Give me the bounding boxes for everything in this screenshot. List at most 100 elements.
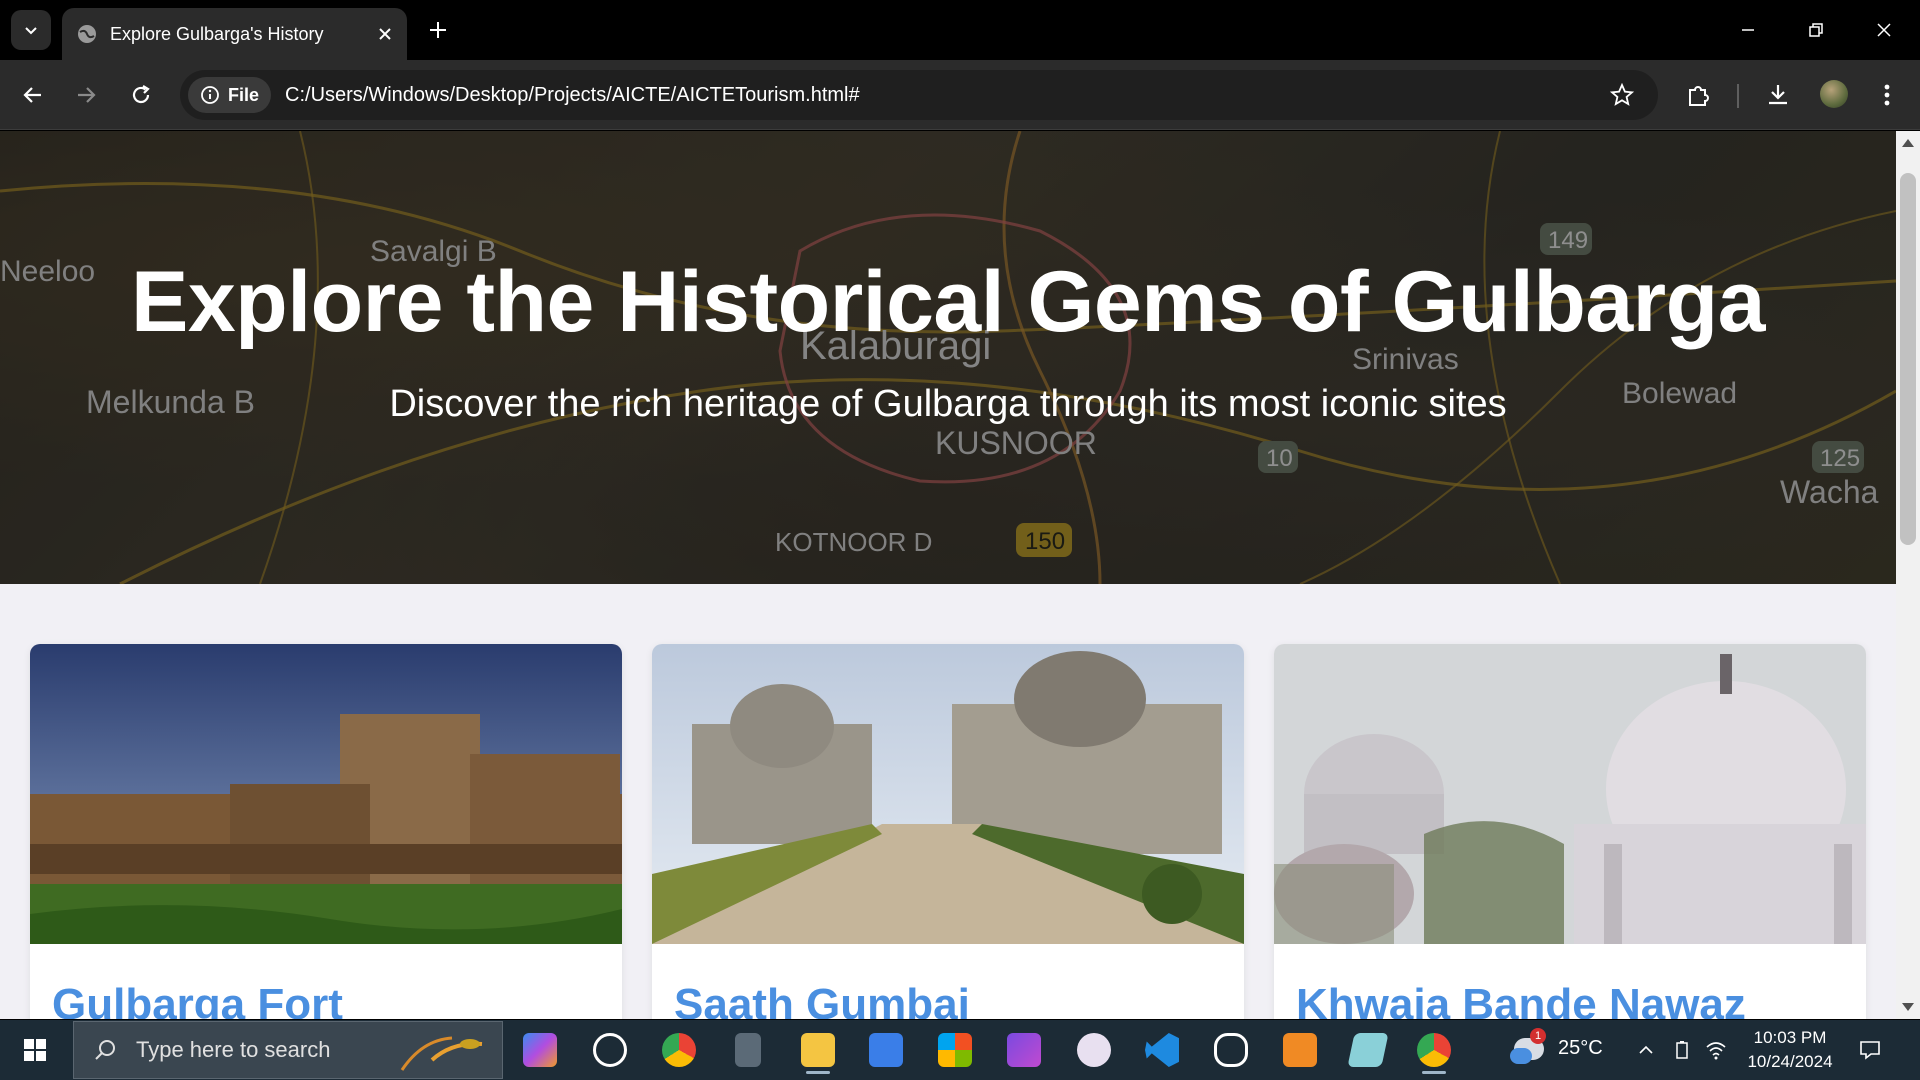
calendar-icon: [869, 1033, 903, 1067]
tab-search-button[interactable]: [11, 10, 51, 50]
notepad-icon: [1347, 1033, 1389, 1067]
fort-photo: [30, 644, 622, 944]
url-text[interactable]: C:/Users/Windows/Desktop/Projects/AICTE/…: [285, 84, 1600, 107]
more-vertical-icon: [1884, 84, 1890, 106]
whatsapp-app[interactable]: [582, 1026, 638, 1074]
chevron-down-icon: [25, 27, 37, 35]
bookmark-button[interactable]: [1600, 73, 1644, 117]
chatgpt-icon: [1214, 1033, 1248, 1067]
browser-titlebar: Explore Gulbarga's History: [0, 0, 1920, 60]
paint-app[interactable]: [1066, 1026, 1122, 1074]
toolbar-divider: [1737, 84, 1739, 108]
microsoft-store-app[interactable]: [927, 1026, 983, 1074]
copilot-app[interactable]: [512, 1026, 568, 1074]
puzzle-icon: [1689, 86, 1709, 106]
scroll-down-arrow[interactable]: [1902, 1003, 1914, 1011]
battery-icon: [1676, 1041, 1688, 1059]
card-title[interactable]: Gulbarga Fort: [52, 980, 343, 1019]
vscode-app[interactable]: [1134, 1026, 1190, 1074]
menu-button[interactable]: [1867, 75, 1907, 115]
extensions-button[interactable]: [1679, 75, 1719, 115]
wifi-icon: [1706, 1042, 1726, 1060]
plus-icon: [430, 22, 446, 38]
site-card-saath-gumbaj[interactable]: Saath Gumbaj: [652, 644, 1244, 1019]
browser-tab-active[interactable]: Explore Gulbarga's History: [62, 8, 407, 60]
close-icon: [379, 28, 391, 40]
info-icon: [201, 86, 219, 104]
vscode-icon: [1145, 1033, 1179, 1067]
calculator-icon: [735, 1033, 761, 1067]
globe-icon: [78, 25, 96, 43]
card-title[interactable]: Saath Gumbaj: [674, 980, 970, 1019]
back-button[interactable]: [13, 75, 53, 115]
site-card-khwaja-bande-nawaz[interactable]: Khwaja Bande Nawaz: [1274, 644, 1866, 1019]
start-button[interactable]: [0, 1020, 70, 1080]
weather-badge: 1: [1530, 1028, 1546, 1044]
weather-widget[interactable]: 1 25°C: [1506, 1028, 1603, 1068]
folder-icon: [801, 1033, 835, 1067]
clock-date: 10/24/2024: [1747, 1052, 1833, 1071]
page-scrollbar[interactable]: [1896, 131, 1920, 1019]
windows-taskbar: Type here to search 1 25°C 10:03 PM 10/2…: [0, 1020, 1920, 1080]
search-placeholder: Type here to search: [136, 1037, 331, 1062]
scroll-up-arrow[interactable]: [1902, 139, 1914, 147]
forward-button[interactable]: [66, 75, 106, 115]
site-info-label: File: [228, 84, 260, 105]
chatgpt-app[interactable]: [1203, 1026, 1259, 1074]
chrome-icon: [662, 1033, 696, 1067]
card-title[interactable]: Khwaja Bande Nawaz: [1296, 980, 1746, 1019]
hero-subtitle: Discover the rich heritage of Gulbarga t…: [389, 383, 1507, 425]
temperature: 25°C: [1558, 1036, 1603, 1059]
restore-icon: [1809, 23, 1823, 37]
hero-section: Savalgi B Neeloo Kalaburagi Srinivas Bol…: [0, 131, 1896, 584]
notepad-app[interactable]: [1340, 1026, 1396, 1074]
reload-icon: [132, 85, 150, 104]
notification-icon: [1860, 1041, 1880, 1060]
profile-avatar[interactable]: [1820, 80, 1848, 108]
clock-time: 10:03 PM: [1753, 1028, 1827, 1047]
cloudy-night-icon: 1: [1506, 1028, 1546, 1068]
site-info-chip[interactable]: File: [188, 77, 272, 113]
chrome-icon: [1417, 1033, 1451, 1067]
chevron-up-icon: [1639, 1045, 1653, 1054]
close-window-button[interactable]: [1850, 0, 1918, 60]
site-card-gulbarga-fort[interactable]: Gulbarga Fort: [30, 644, 622, 1019]
downloads-button[interactable]: [1758, 75, 1798, 115]
chrome-app-open[interactable]: [1406, 1026, 1462, 1074]
search-icon: [95, 1040, 115, 1060]
close-icon: [1877, 23, 1891, 37]
minimize-button[interactable]: [1714, 0, 1782, 60]
file-explorer-app[interactable]: [790, 1026, 846, 1074]
scrollbar-thumb[interactable]: [1900, 173, 1916, 545]
battery-status[interactable]: [1668, 1036, 1696, 1064]
tab-close-button[interactable]: [367, 16, 403, 52]
network-status[interactable]: [1702, 1036, 1730, 1064]
arrow-right-icon: [78, 87, 96, 103]
calculator-app[interactable]: [720, 1026, 776, 1074]
star-icon: [1610, 83, 1634, 106]
store-icon: [938, 1033, 972, 1067]
taskbar-clock[interactable]: 10:03 PM 10/24/2024: [1736, 1026, 1844, 1074]
notification-center-button[interactable]: [1854, 1034, 1886, 1066]
orange-app[interactable]: [1272, 1026, 1328, 1074]
restore-button[interactable]: [1782, 0, 1850, 60]
chrome-app[interactable]: [651, 1026, 707, 1074]
show-hidden-icons[interactable]: [1632, 1036, 1660, 1064]
browser-toolbar: File C:/Users/Windows/Desktop/Projects/A…: [0, 60, 1920, 130]
clipchamp-app[interactable]: [996, 1026, 1052, 1074]
tab-title: Explore Gulbarga's History: [110, 23, 324, 44]
search-highlight-icon: [400, 1036, 483, 1071]
shapes-icon: [1283, 1033, 1317, 1067]
khwaja-bande-nawaz-photo: [1274, 644, 1866, 944]
reload-button[interactable]: [121, 75, 161, 115]
taskbar-search-box[interactable]: Type here to search: [73, 1021, 503, 1079]
copilot-icon: [523, 1033, 557, 1067]
clapper-icon: [1007, 1033, 1041, 1067]
windows-logo-icon: [24, 1039, 46, 1061]
arrow-left-icon: [23, 87, 41, 103]
address-bar[interactable]: File C:/Users/Windows/Desktop/Projects/A…: [180, 70, 1658, 120]
calendar-app[interactable]: [858, 1026, 914, 1074]
download-icon: [1769, 85, 1787, 105]
new-tab-button[interactable]: [418, 12, 458, 48]
whatsapp-icon: [593, 1033, 627, 1067]
